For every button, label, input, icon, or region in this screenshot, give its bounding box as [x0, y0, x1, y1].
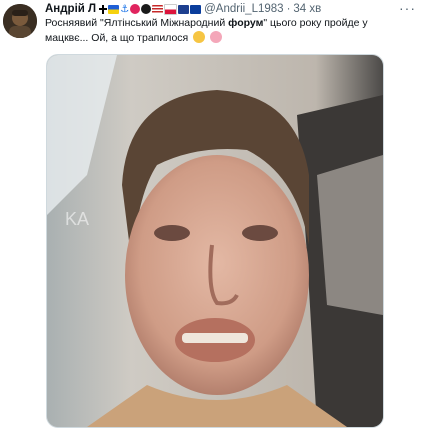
author-handle[interactable]: @Andrii_L1983 — [204, 1, 283, 17]
cross-icon — [99, 4, 108, 14]
ukraine-flag-icon — [108, 4, 120, 14]
more-options-icon[interactable]: ··· — [399, 0, 416, 16]
tweet-text-part: Росняявий "Ялтінський Міжнародний — [45, 17, 229, 29]
tweet-time[interactable]: 34 хв — [293, 1, 321, 17]
name-badges: ⚓ — [99, 3, 202, 15]
red-heart-icon — [130, 4, 141, 14]
thinking-face-icon — [193, 31, 206, 43]
eu-flag-icon — [190, 4, 202, 14]
pig-face-icon — [210, 31, 223, 43]
tweet-text-bold[interactable]: форум — [228, 17, 263, 29]
anchor-icon: ⚓ — [120, 3, 130, 15]
video-frame: KA — [47, 55, 383, 427]
header-separator: · — [286, 3, 291, 15]
poland-flag-icon — [164, 3, 178, 15]
tweet-video[interactable]: KA — [46, 54, 384, 428]
tweet-header: Андрій Л ⚓ @Andrii_L1983 · 34 хв — [45, 1, 398, 17]
tweet-text: Росняявий "Ялтінський Міжнародний форум"… — [45, 16, 385, 46]
avatar[interactable] — [3, 4, 37, 38]
uk-flag-icon — [178, 4, 190, 14]
usa-flag-icon — [152, 4, 164, 14]
tweet-card[interactable]: Андрій Л ⚓ @Andrii_L1983 · 34 хв ··· Рос… — [0, 0, 428, 429]
avatar-image — [3, 4, 37, 38]
black-heart-icon — [141, 4, 152, 14]
author-name[interactable]: Андрій Л — [45, 1, 96, 17]
video-watermark: KA — [65, 209, 89, 229]
